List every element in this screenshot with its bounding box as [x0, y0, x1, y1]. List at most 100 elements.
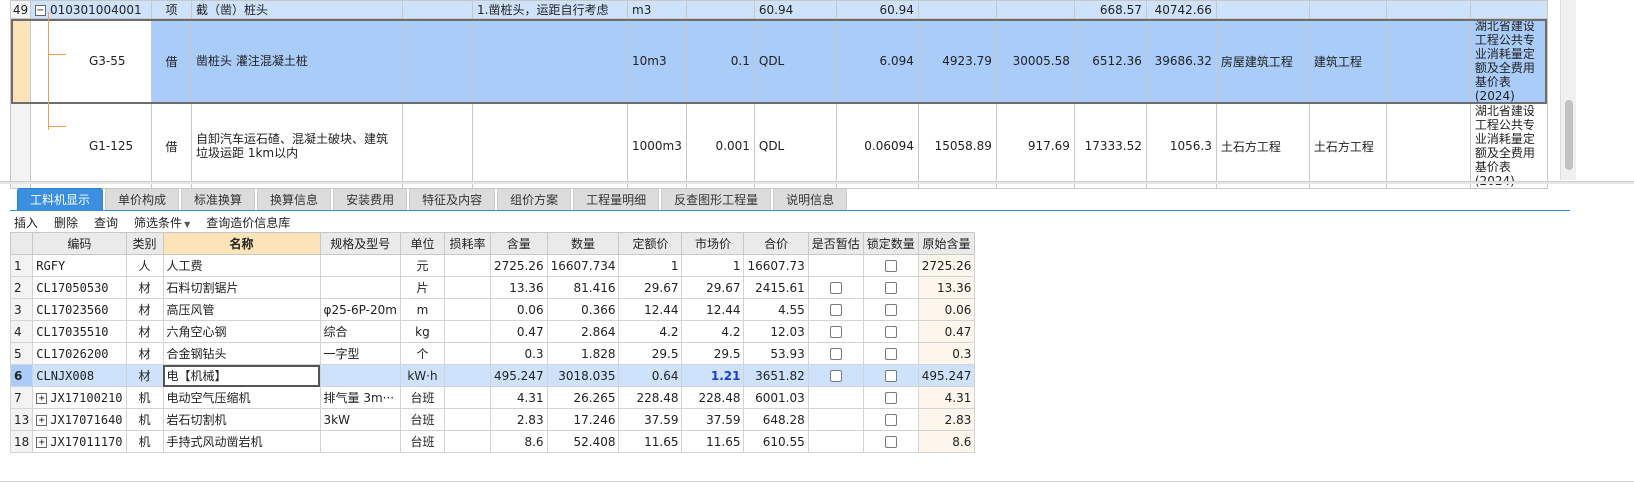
- tab-8[interactable]: 工程量明细: [573, 188, 660, 210]
- row-number[interactable]: 5: [9, 342, 34, 365]
- quota-price[interactable]: 1: [618, 254, 683, 277]
- total-price[interactable]: 610.55: [743, 430, 809, 453]
- lock-quantity-checkbox[interactable]: [884, 414, 897, 426]
- loss-rate[interactable]: [443, 254, 491, 277]
- quota-spec[interactable]: [402, 18, 473, 104]
- loss-rate[interactable]: [443, 408, 491, 431]
- resource-name[interactable]: 合金钢钻头: [162, 342, 321, 365]
- resource-unit[interactable]: kW·h: [399, 364, 445, 387]
- original-content[interactable]: 2725.26: [917, 254, 976, 277]
- collapse-icon[interactable]: −: [35, 4, 46, 16]
- tab-2[interactable]: 单价构成: [105, 188, 180, 210]
- tab-1[interactable]: 工料机显示: [17, 188, 104, 210]
- original-content[interactable]: 13.36: [917, 276, 976, 299]
- resource-category[interactable]: 机: [125, 430, 164, 453]
- quota-name[interactable]: 截（凿）桩头: [191, 0, 403, 19]
- total-price[interactable]: 12.03: [743, 320, 809, 343]
- market-price[interactable]: 29.67: [681, 276, 745, 299]
- market-price[interactable]: 37.59: [681, 408, 745, 431]
- tab-6[interactable]: 特征及内容: [409, 188, 496, 210]
- resource-spec[interactable]: φ25-6P-20m: [319, 298, 401, 321]
- tab-5[interactable]: 安装费用: [333, 188, 408, 210]
- expand-icon[interactable]: +: [36, 414, 48, 426]
- quota-quantity[interactable]: 0.06094: [835, 103, 919, 189]
- quota-row[interactable]: 49−010301004001 项截（凿）桩头 1.凿桩头，运距自行考虑 m3 60.9…: [10, 0, 1548, 19]
- resource-content[interactable]: 2.83: [489, 408, 548, 431]
- header-name[interactable]: 名称: [162, 232, 321, 255]
- resource-row[interactable]: 3 CL17023560 材高压风管 φ25-6P-20m m 0.06 0.366 12.4…: [9, 298, 976, 321]
- header-quantity[interactable]: 数量: [546, 232, 620, 255]
- resource-category[interactable]: 材: [125, 320, 164, 343]
- row-number[interactable]: 7: [9, 386, 34, 409]
- market-price[interactable]: 1.21: [681, 364, 745, 387]
- quota-library[interactable]: [1469, 0, 1548, 19]
- header-content[interactable]: 含量: [489, 232, 548, 255]
- total-price[interactable]: 6001.03: [743, 386, 809, 409]
- market-price[interactable]: 29.5: [681, 342, 745, 365]
- resource-category[interactable]: 人: [125, 254, 164, 277]
- quota-price[interactable]: 228.48: [618, 386, 683, 409]
- total-price[interactable]: 4.55: [743, 298, 809, 321]
- header-unit[interactable]: 单位: [399, 232, 445, 255]
- resource-row[interactable]: 2 CL17050530 材石料切割锯片片 13.36 81.416 29.67 29.67…: [9, 276, 976, 299]
- original-content[interactable]: 495.247: [917, 364, 976, 387]
- delete-button[interactable]: 删除: [54, 214, 78, 231]
- resource-quantity[interactable]: 0.366: [546, 298, 620, 321]
- market-price[interactable]: 4.2: [681, 320, 745, 343]
- quota-name[interactable]: 自卸汽车运石碴、混凝土破块、建筑垃圾运距 1km以内: [191, 103, 403, 189]
- header-spec[interactable]: 规格及型号: [319, 232, 401, 255]
- quota-price[interactable]: 11.65: [618, 430, 683, 453]
- row-number[interactable]: 3: [9, 298, 34, 321]
- tab-7[interactable]: 组价方案: [497, 188, 572, 210]
- quota-price[interactable]: 29.5: [618, 342, 683, 365]
- row-number[interactable]: 13: [9, 408, 34, 431]
- header-lock-qty[interactable]: 锁定数量: [862, 232, 919, 255]
- loss-rate[interactable]: [443, 342, 491, 365]
- resource-name[interactable]: 人工费: [162, 254, 321, 277]
- resource-content[interactable]: 4.31: [489, 386, 548, 409]
- resource-unit[interactable]: 元: [399, 254, 445, 277]
- tab-3[interactable]: 标准换算: [181, 188, 256, 210]
- header-estimated[interactable]: 是否暂估: [807, 232, 864, 255]
- lock-quantity-checkbox[interactable]: [884, 282, 897, 294]
- quota-type[interactable]: 借: [151, 18, 192, 104]
- insert-button[interactable]: 插入: [14, 214, 38, 231]
- quota-library[interactable]: 湖北省建设工程公共专业消耗量定额及全费用基价表(2024): [1469, 103, 1548, 189]
- quota-spec[interactable]: [402, 103, 473, 189]
- resource-name[interactable]: 六角空心钢: [162, 320, 321, 343]
- resource-unit[interactable]: 台班: [399, 386, 445, 409]
- quota-qty-code[interactable]: 60.94: [753, 0, 837, 19]
- estimate-checkbox[interactable]: [829, 370, 842, 382]
- vertical-scrollbar[interactable]: [1560, 0, 1576, 180]
- quota-price[interactable]: 29.67: [618, 276, 683, 299]
- quota-expression[interactable]: 0.001: [685, 103, 755, 189]
- filter-dropdown[interactable]: 筛选条件 ▼: [134, 214, 190, 231]
- resource-spec[interactable]: [319, 430, 401, 453]
- price-library-button[interactable]: 查询造价信息库: [206, 214, 290, 231]
- extra-cell[interactable]: [1385, 0, 1471, 19]
- original-content[interactable]: 8.6: [917, 430, 976, 453]
- resource-name[interactable]: 高压风管: [162, 298, 321, 321]
- loss-rate[interactable]: [443, 298, 491, 321]
- project-type[interactable]: 土石方工程: [1308, 103, 1387, 189]
- resource-code[interactable]: CL17023560: [32, 298, 127, 321]
- scrollbar-thumb[interactable]: [1565, 100, 1573, 170]
- resource-unit[interactable]: 片: [399, 276, 445, 299]
- row-number[interactable]: [10, 103, 31, 189]
- lock-quantity-checkbox[interactable]: [884, 260, 897, 272]
- quota-unit[interactable]: 10m3: [627, 18, 687, 104]
- resource-unit[interactable]: kg: [399, 320, 445, 343]
- resource-category[interactable]: 材: [125, 298, 164, 321]
- resource-name[interactable]: 岩石切割机: [162, 408, 321, 431]
- row-number[interactable]: 2: [9, 276, 34, 299]
- panel-splitter[interactable]: [0, 181, 1634, 184]
- lock-quantity-checkbox[interactable]: [884, 348, 897, 360]
- header-code[interactable]: 编码: [32, 232, 127, 255]
- row-number[interactable]: 1: [9, 254, 34, 277]
- resource-code[interactable]: + JX17100210: [32, 386, 127, 409]
- lock-quantity-checkbox[interactable]: [884, 370, 897, 382]
- loss-rate[interactable]: [443, 386, 491, 409]
- composite-price[interactable]: 6512.36: [1073, 18, 1147, 104]
- resource-spec[interactable]: 排气量 3m···: [319, 386, 401, 409]
- resource-row[interactable]: 7 + JX17100210 机电动空气压缩机 排气量 3m··· 台班 4.31 26.26…: [9, 386, 976, 409]
